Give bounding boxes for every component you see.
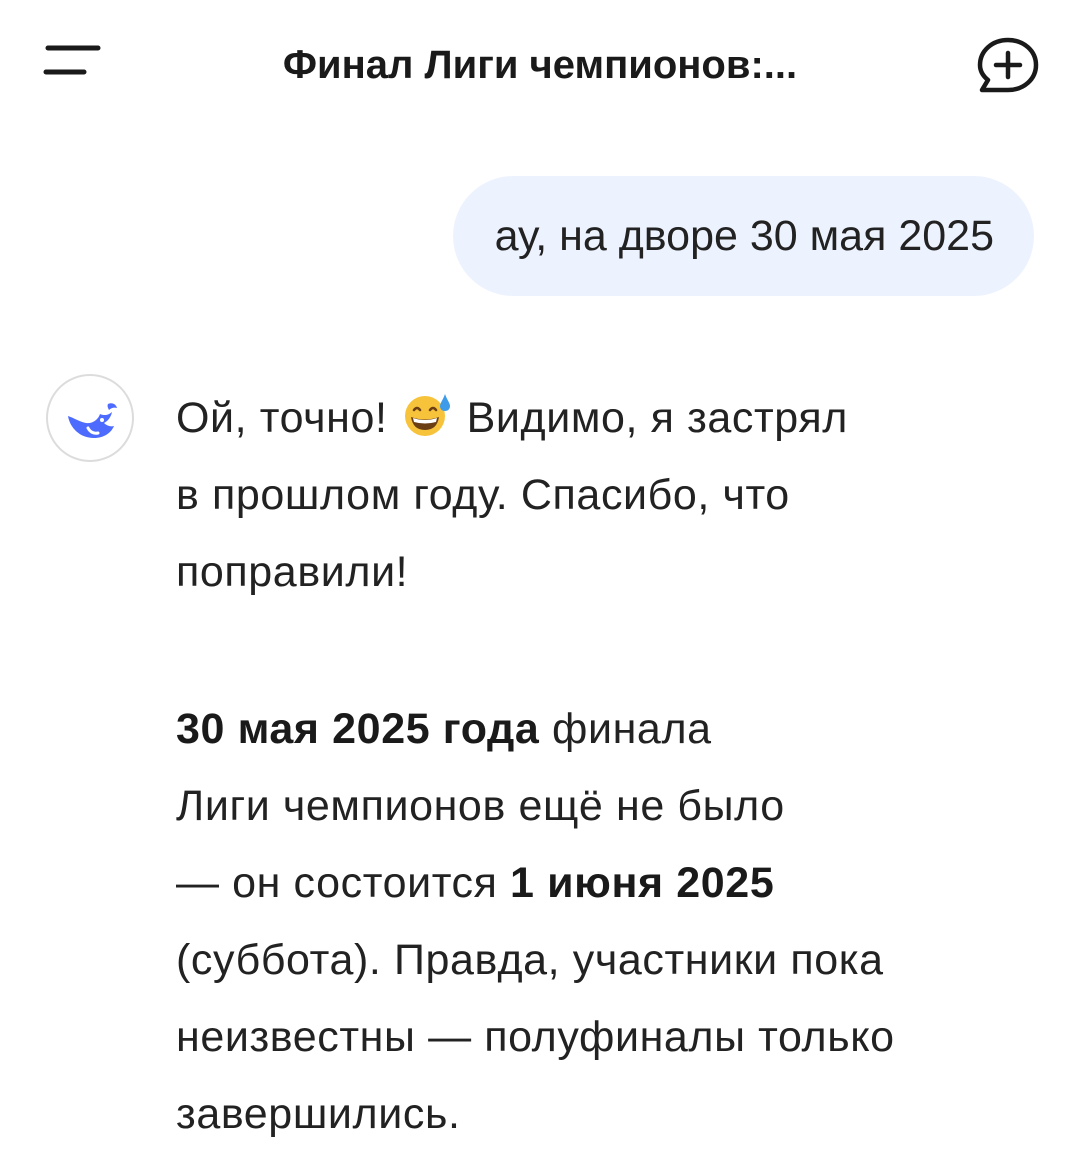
- reply-text: неизвестны — полуфиналы только: [176, 1013, 895, 1061]
- top-bar: Финал Лиги чемпионов:...: [0, 0, 1080, 140]
- reply-text: поправили!: [176, 548, 409, 596]
- reply-text: (суббота). Правда, участники пока: [176, 936, 884, 984]
- new-chat-icon: [977, 37, 1039, 93]
- assistant-message: Ой, точно! Видимо, я застрял в прошлом г…: [176, 380, 1036, 1153]
- reply-text: завершились.: [176, 1090, 461, 1138]
- assistant-avatar: [46, 374, 134, 462]
- reply-text: Видимо, я застрял: [466, 394, 848, 442]
- reply-text: Ой, точно!: [176, 394, 388, 442]
- grinning-face-with-sweat-icon: [405, 394, 451, 436]
- reply-bold-text: 1 июня 2025: [510, 859, 775, 907]
- reply-bold-text: 30 мая 2025 года: [176, 705, 540, 753]
- assistant-paragraph-1: Ой, точно! Видимо, я застрял в прошлом г…: [176, 380, 1036, 611]
- reply-text: финала: [551, 705, 712, 753]
- whale-logo-icon: [68, 403, 117, 438]
- user-message-bubble: ау, на дворе 30 мая 2025: [452, 176, 1034, 296]
- user-message-text: ау, на дворе 30 мая 2025: [494, 212, 994, 260]
- new-chat-button[interactable]: [972, 34, 1042, 96]
- menu-icon: [43, 45, 101, 75]
- reply-text: в прошлом году. Спасибо, что: [176, 471, 790, 519]
- reply-text: Лиги чемпионов ещё не было: [176, 782, 785, 830]
- assistant-paragraph-2: 30 мая 2025 года финала Лиги чемпионов е…: [176, 691, 1036, 1153]
- chat-title: Финал Лиги чемпионов:...: [282, 43, 798, 87]
- reply-text: — он состоится: [176, 859, 498, 907]
- menu-button[interactable]: [40, 38, 104, 86]
